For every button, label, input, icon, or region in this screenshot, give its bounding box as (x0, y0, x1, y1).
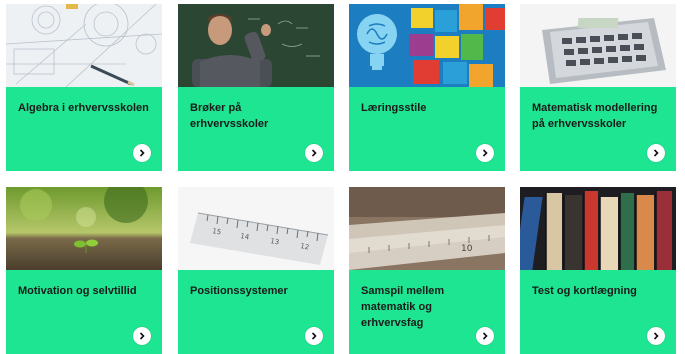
svg-text:10: 10 (461, 244, 473, 254)
ruler-image: 15 14 13 12 (178, 187, 334, 270)
card-broker[interactable]: Brøker på erhvervsskoler (178, 4, 334, 171)
card-positionssystemer[interactable]: 15 14 13 12 Positionssystemer (178, 187, 334, 354)
card-panel: Brøker på erhvervsskoler (178, 87, 334, 171)
chevron-right-icon[interactable] (476, 144, 494, 162)
card-panel: Matematisk modellering på erhvervsskoler (520, 87, 676, 171)
card-panel: Læringsstile (349, 87, 505, 171)
chevron-right-icon[interactable] (133, 144, 151, 162)
card-panel: Test og kortlægning (520, 270, 676, 354)
card-title: Positionssystemer (190, 285, 288, 297)
card-title: Matematisk modellering på erhvervsskoler (532, 102, 658, 130)
card-samspil[interactable]: 10 Samspil mellem matematik og erhvervsf… (349, 187, 505, 354)
notebooks-image (520, 187, 676, 270)
card-title: Test og kortlægning (532, 285, 637, 297)
card-title: Brøker på erhvervsskoler (190, 102, 269, 130)
card-motivation[interactable]: Motivation og selvtillid (6, 187, 162, 354)
chevron-right-icon[interactable] (133, 327, 151, 345)
rulers-stack-image: 10 (349, 187, 505, 270)
chevron-right-icon[interactable] (305, 144, 323, 162)
chevron-right-icon[interactable] (647, 327, 665, 345)
card-panel: Samspil mellem matematik og erhvervsfag (349, 270, 505, 354)
card-panel: Positionssystemer (178, 270, 334, 354)
chevron-right-icon[interactable] (305, 327, 323, 345)
chevron-right-icon[interactable] (476, 327, 494, 345)
teacher-blackboard-image (178, 4, 334, 87)
sprout-image (6, 187, 162, 270)
calculator-image (520, 4, 676, 87)
card-panel: Algebra i erhvervsskolen (6, 87, 162, 171)
card-title: Motivation og selvtillid (18, 285, 137, 297)
card-title: Algebra i erhvervsskolen (18, 102, 149, 114)
chevron-right-icon[interactable] (647, 144, 665, 162)
card-title: Læringsstile (361, 102, 427, 114)
card-title: Samspil mellem matematik og erhvervsfag (361, 285, 445, 329)
card-laeringsstile[interactable]: Læringsstile (349, 4, 505, 171)
brain-puzzle-image (349, 4, 505, 87)
card-algebra[interactable]: Algebra i erhvervsskolen (6, 4, 162, 171)
card-panel: Motivation og selvtillid (6, 270, 162, 354)
svg-text:13: 13 (270, 237, 280, 246)
card-modellering[interactable]: Matematisk modellering på erhvervsskoler (520, 4, 676, 171)
compass-drawing-image (6, 4, 162, 87)
card-test-kortlaegning[interactable]: Test og kortlægning (520, 187, 676, 354)
svg-text:12: 12 (300, 242, 310, 251)
svg-text:15: 15 (212, 227, 222, 236)
